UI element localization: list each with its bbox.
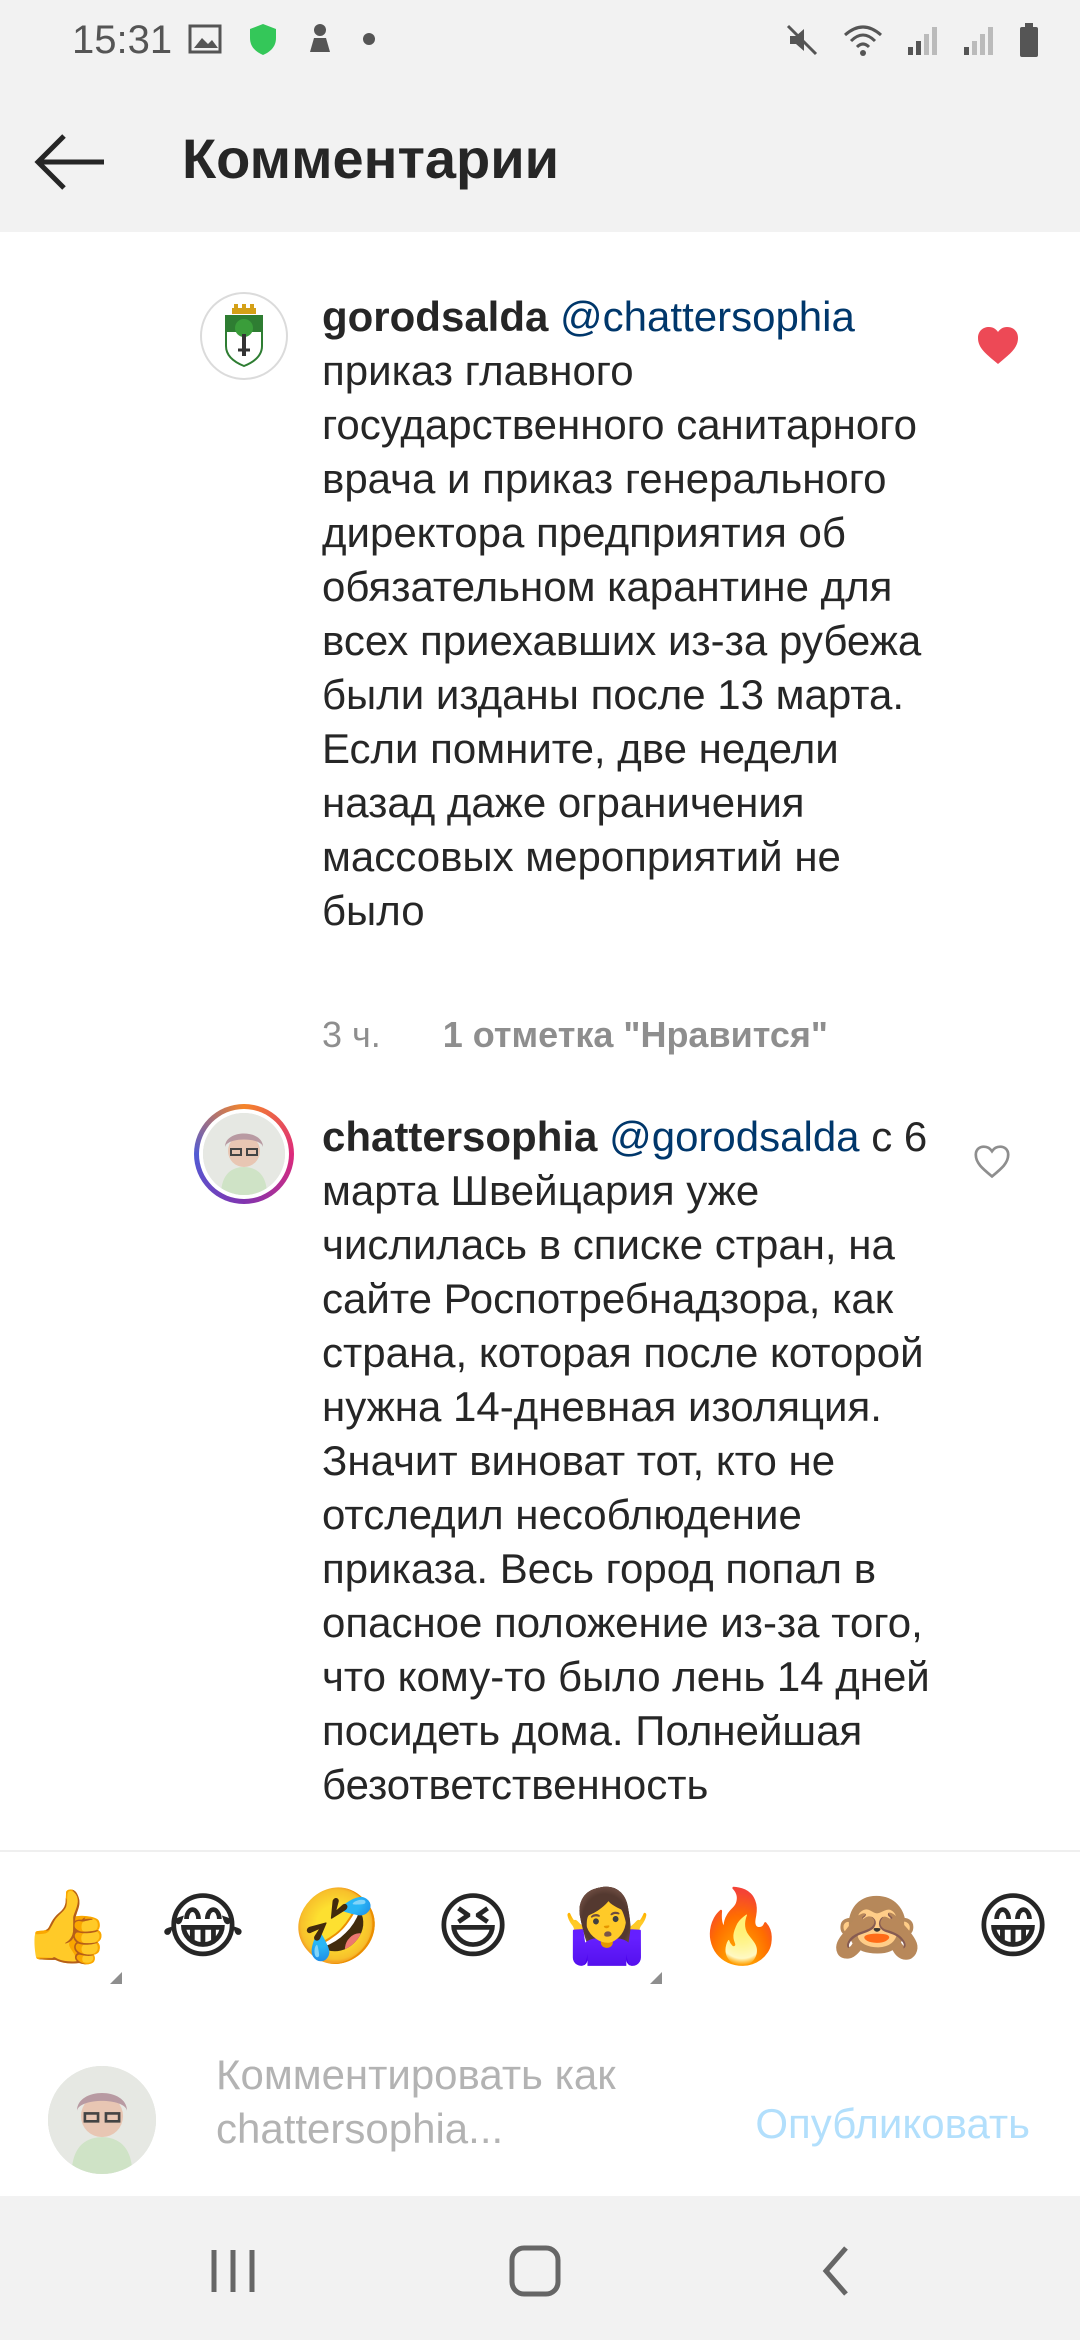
arrow-left-icon (34, 134, 104, 190)
signal-icon (964, 27, 993, 55)
emoji-grinning[interactable]: 😁 (968, 1886, 1058, 1966)
emoji-see-no-evil[interactable]: 🙈 (832, 1886, 922, 1966)
comment-text: с 6 марта Швейцария уже числилась в спис… (322, 1113, 930, 1808)
comments-list[interactable]: gorodsalda @chattersophia приказ главног… (0, 232, 1080, 1850)
app-notification-icon (310, 24, 330, 52)
nav-back-button[interactable] (802, 2236, 872, 2306)
comment-body: gorodsalda @chattersophia приказ главног… (322, 290, 942, 938)
emoji-squinting-laughing[interactable]: 😆 (428, 1886, 518, 1966)
system-nav-bar (0, 2196, 1080, 2340)
avatar[interactable] (194, 1104, 294, 1204)
battery-icon (1020, 23, 1038, 57)
profile-photo (203, 1113, 285, 1195)
heart-filled-icon (978, 327, 1018, 364)
shield-icon (250, 24, 276, 55)
user-photo-icon (203, 1113, 285, 1195)
comment-mention[interactable]: @chattersophia (560, 293, 855, 340)
comment-body: chattersophia @gorodsalda с 6 марта Швей… (322, 1110, 942, 1812)
user-photo-icon (48, 2066, 156, 2174)
emoji-thumbs-up[interactable]: 👍 (22, 1886, 122, 1984)
comment-composer: Комментировать как chattersophia... Опуб… (0, 1998, 1080, 2196)
comment-text: приказ главного государственного санитар… (322, 347, 922, 934)
heart-outline-icon (974, 1145, 1010, 1179)
comment-username[interactable]: gorodsalda (322, 293, 548, 340)
header: Комментарии (0, 86, 1080, 234)
emoji-fire[interactable]: 🔥 (696, 1886, 786, 1966)
emoji-quick-bar: 👍 😂 🤣 😆 🤷‍♀️ 🔥 🙈 😁 (0, 1850, 1080, 2000)
avatar[interactable] (200, 292, 288, 380)
city-crest-icon (204, 296, 284, 376)
comment-input[interactable]: Комментировать как chattersophia... (216, 2048, 716, 2156)
like-button[interactable] (976, 326, 1020, 366)
mute-icon (786, 24, 818, 56)
emoji-rolling-laughing[interactable]: 🤣 (292, 1886, 382, 1966)
comment-meta: 3 ч. 1 отметка "Нравится" (322, 1014, 828, 1056)
comment-username[interactable]: chattersophia (322, 1113, 597, 1160)
status-time: 15:31 (72, 18, 173, 62)
emoji-tears-of-joy[interactable]: 😂 (158, 1886, 248, 1966)
signal-icon (908, 27, 937, 55)
wifi-icon (844, 25, 882, 56)
emoji-shrug[interactable]: 🤷‍♀️ (562, 1886, 662, 1984)
dot-icon (363, 33, 375, 45)
publish-button[interactable]: Опубликовать (755, 2100, 1030, 2148)
status-icons-right (784, 22, 1040, 58)
home-icon (509, 2245, 561, 2297)
page-title: Комментарии (182, 127, 560, 190)
image-icon (188, 24, 222, 54)
status-icons-left (188, 22, 376, 56)
comment-mention[interactable]: @gorodsalda (609, 1113, 859, 1160)
comment-time: 3 ч. (322, 1014, 381, 1055)
status-bar: 15:31 (0, 0, 1080, 86)
recent-apps-button[interactable] (198, 2236, 268, 2306)
comment-likes[interactable]: 1 отметка "Нравится" (443, 1014, 828, 1056)
like-button[interactable] (972, 1144, 1016, 1184)
back-icon (822, 2246, 848, 2296)
recent-apps-icon (211, 2250, 255, 2292)
avatar (48, 2066, 156, 2174)
back-button[interactable] (30, 122, 110, 202)
home-button[interactable] (500, 2236, 570, 2306)
